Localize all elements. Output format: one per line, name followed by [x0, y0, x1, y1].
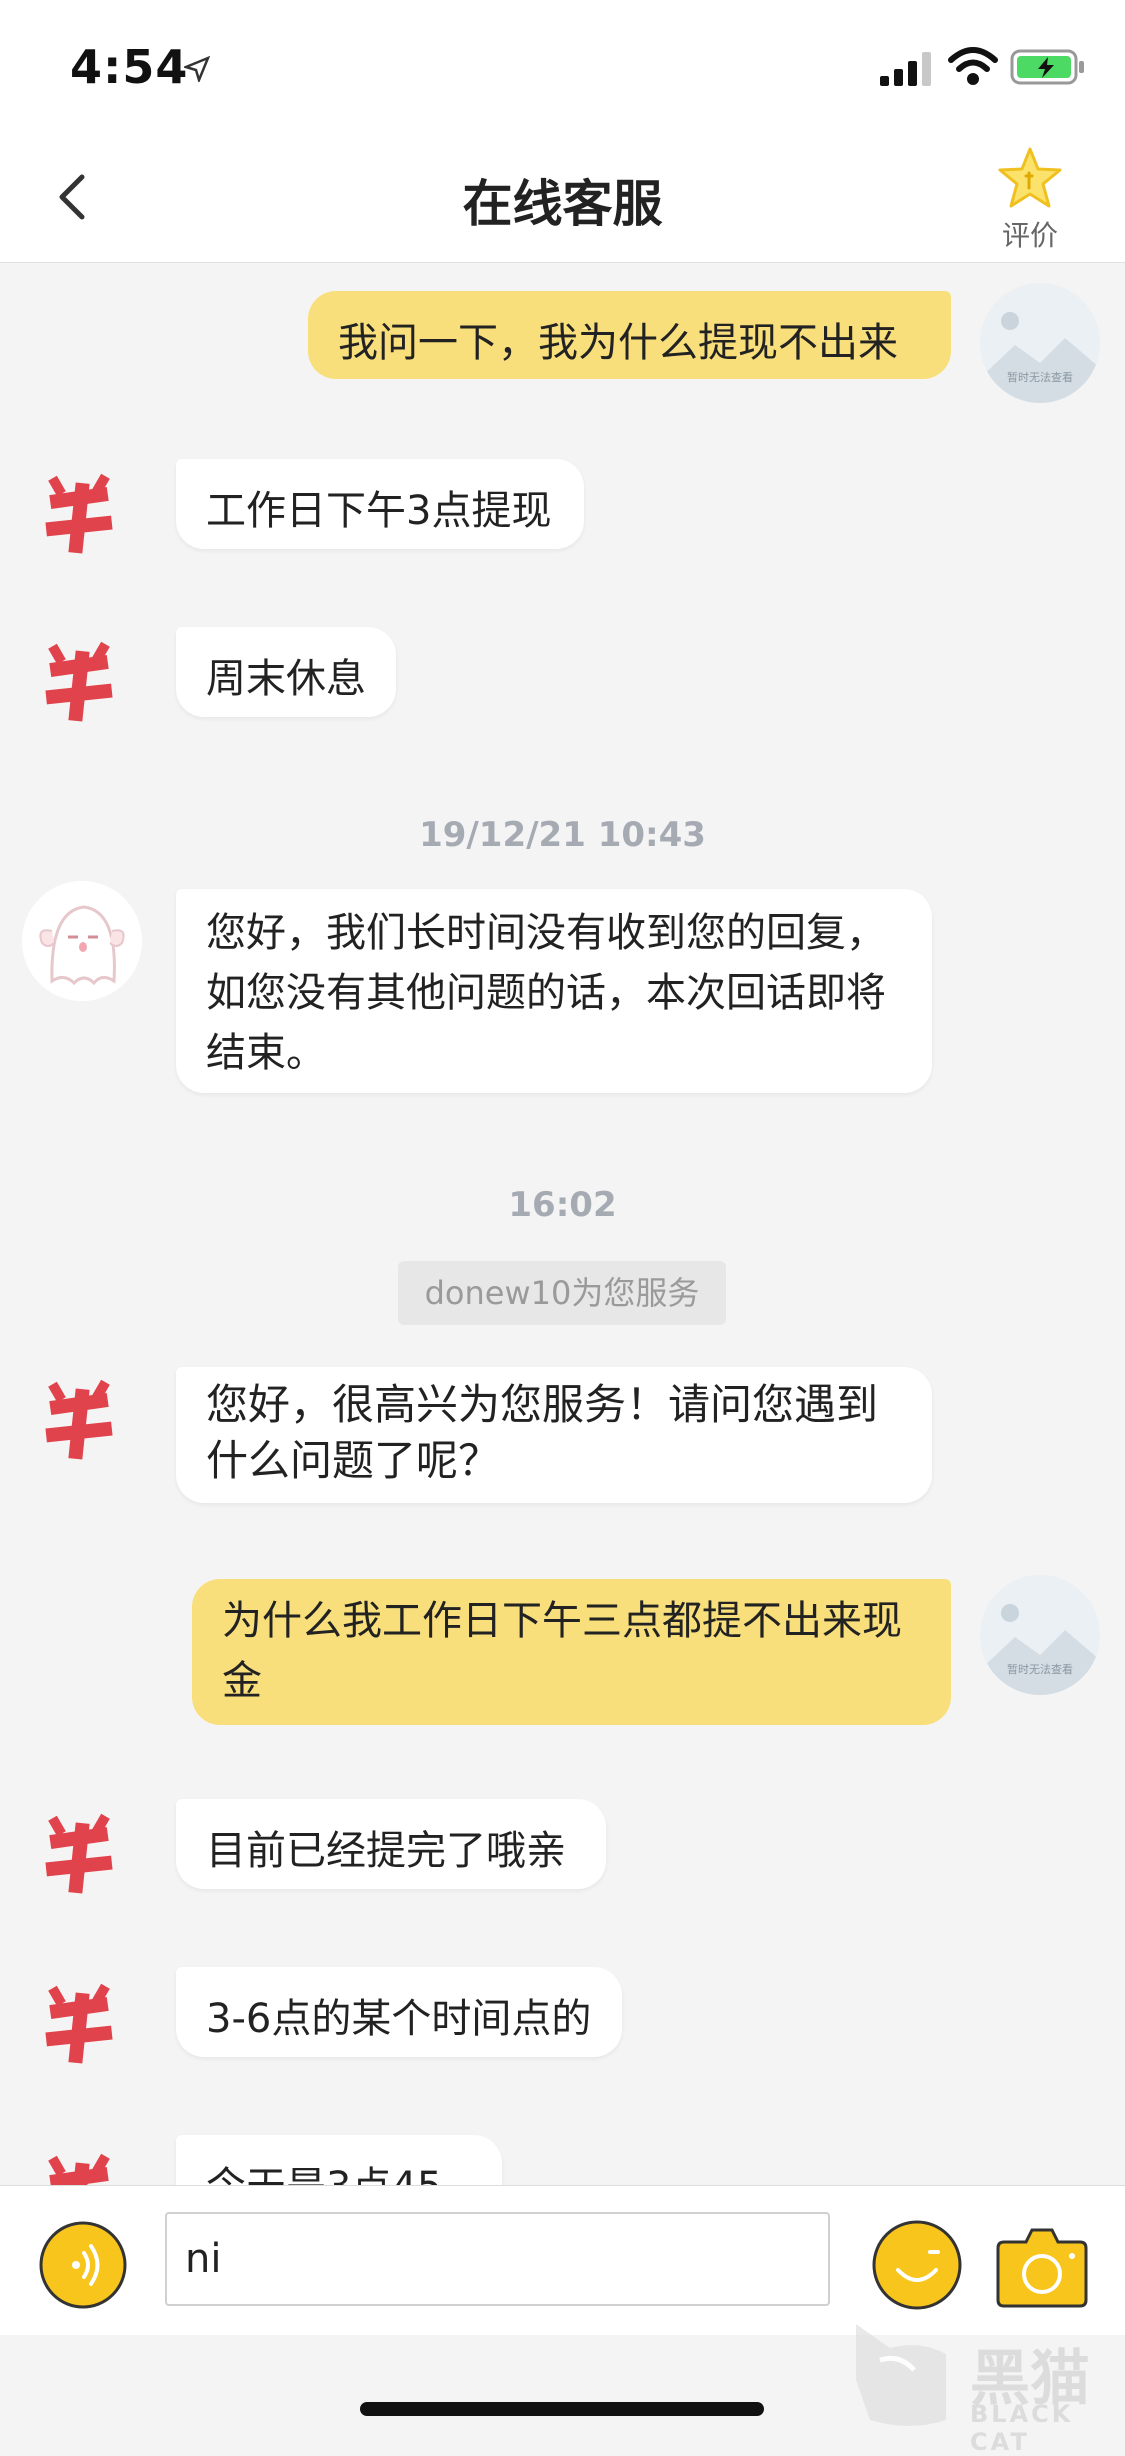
star-icon — [998, 147, 1062, 208]
avatar-caption: 暂时无法查看 — [1007, 371, 1073, 384]
chat-area[interactable]: 我问一下，我为什么提现不出来 暂时无法查看 工作日下午3点提现 周末休息 19/… — [0, 263, 1125, 2185]
watermark-sub: BLACK CAT — [970, 2400, 1074, 2456]
camera-button[interactable] — [994, 2218, 1090, 2312]
avatar-caption: 暂时无法查看 — [1007, 1663, 1073, 1676]
agent-message: 3-6点的某个时间点的 — [176, 1967, 622, 2057]
agent-message: 您好，我们长时间没有收到您的回复，如您没有其他问题的话，本次回话即将结束。 — [176, 889, 932, 1093]
agent-logo-icon — [45, 1983, 113, 2064]
service-notice: donew10为您服务 — [398, 1261, 726, 1325]
status-time: 4:54 — [70, 40, 189, 94]
agent-message: 今天是3点45哦 — [176, 2135, 502, 2185]
agent-message: 周末休息 — [176, 627, 396, 717]
message-text: 3-6点的某个时间点的 — [206, 1996, 592, 2042]
rate-button[interactable]: 评价 — [988, 146, 1072, 256]
agent-logo-icon — [45, 1379, 113, 1460]
user-message: 为什么我工作日下午三点都提不出来现金 — [192, 1579, 951, 1725]
cell-signal-icon — [880, 52, 931, 86]
nav-bar: 在线客服 评价 — [0, 132, 1125, 263]
message-text: 周末休息 — [206, 656, 366, 702]
system-avatar[interactable] — [22, 881, 142, 1001]
chat-timestamp: 19/12/21 10:43 — [419, 815, 706, 855]
agent-logo-icon — [45, 473, 113, 554]
emoji-button[interactable] — [870, 2218, 964, 2312]
agent-message: 工作日下午3点提现 — [176, 459, 584, 549]
message-text: 我问一下，我为什么提现不出来 — [338, 320, 898, 366]
user-message: 我问一下，我为什么提现不出来 — [308, 291, 951, 379]
message-text: 您好，我们长时间没有收到您的回复，如您没有其他问题的话，本次回话即将结束。 — [206, 910, 886, 1076]
location-arrow-icon — [184, 56, 210, 82]
user-avatar[interactable]: 暂时无法查看 — [980, 1575, 1100, 1695]
message-text: 您好，很高兴为您服务！请问您遇到什么问题了呢？ — [206, 1380, 879, 1485]
input-bar: ni — [0, 2185, 1125, 2336]
agent-logo-icon — [48, 2153, 110, 2185]
agent-avatar[interactable] — [22, 1359, 142, 1479]
rate-label: 评价 — [1001, 219, 1058, 252]
page-title: 在线客服 — [462, 175, 663, 233]
wifi-icon — [948, 47, 998, 85]
voice-input-button[interactable] — [38, 2220, 128, 2310]
agent-avatar[interactable] — [22, 621, 142, 741]
agent-avatar[interactable] — [22, 1963, 142, 2083]
message-text: 今天是3点45哦 — [206, 2164, 442, 2185]
chat-timestamp: 16:02 — [508, 1185, 617, 1225]
home-indicator[interactable] — [360, 2402, 764, 2416]
message-text: 为什么我工作日下午三点都提不出来现金 — [222, 1598, 902, 1704]
image-placeholder-icon — [980, 283, 1100, 403]
message-text: 工作日下午3点提现 — [206, 488, 552, 534]
message-input[interactable]: ni — [165, 2212, 830, 2306]
agent-avatar[interactable] — [22, 453, 142, 573]
agent-message: 您好，很高兴为您服务！请问您遇到什么问题了呢？ — [176, 1367, 932, 1503]
battery-icon — [1010, 49, 1084, 85]
agent-avatar[interactable] — [22, 2133, 142, 2185]
agent-avatar[interactable] — [22, 1793, 142, 1913]
user-avatar[interactable]: 暂时无法查看 — [980, 283, 1100, 403]
status-bar: 4:54 — [0, 0, 1125, 132]
agent-logo-icon — [45, 641, 113, 722]
ghost-mascot-icon — [22, 881, 142, 1001]
image-placeholder-icon — [980, 1575, 1100, 1695]
agent-logo-icon — [45, 1813, 113, 1894]
agent-message: 目前已经提完了哦亲 — [176, 1799, 606, 1889]
message-text: 目前已经提完了哦亲 — [206, 1828, 566, 1874]
